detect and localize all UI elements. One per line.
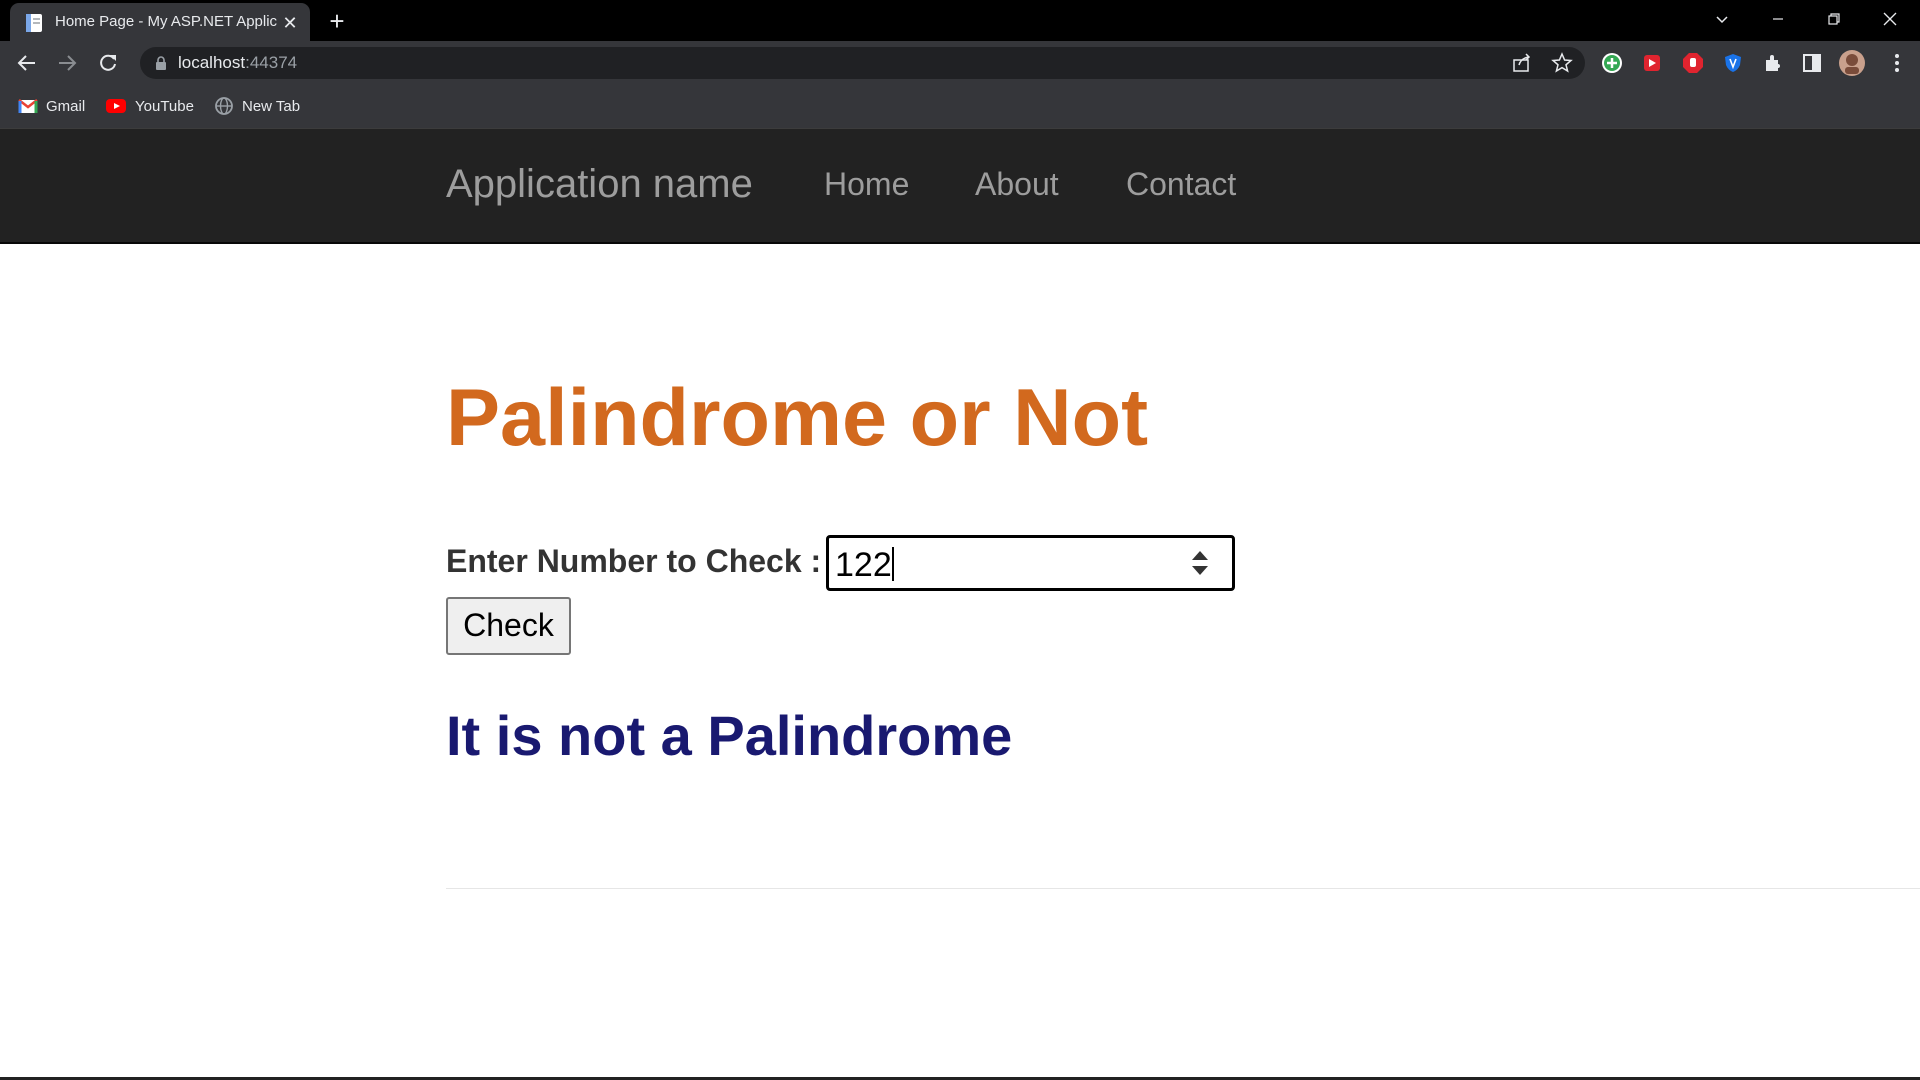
reload-icon[interactable] bbox=[95, 50, 121, 76]
bookmark-label: New Tab bbox=[242, 97, 301, 115]
gmail-icon bbox=[18, 99, 38, 113]
globe-icon bbox=[215, 97, 233, 115]
share-icon[interactable] bbox=[1511, 52, 1533, 74]
check-button[interactable]: Check bbox=[446, 597, 571, 655]
minimize-button[interactable] bbox=[1750, 0, 1806, 38]
shield-extension-icon[interactable] bbox=[1722, 52, 1744, 74]
close-window-button[interactable] bbox=[1862, 0, 1918, 38]
close-tab-icon[interactable]: ✕ bbox=[280, 13, 300, 33]
lock-icon[interactable] bbox=[154, 55, 168, 71]
bookmark-label: Gmail bbox=[46, 97, 86, 115]
nav-link-home[interactable]: Home bbox=[824, 166, 909, 203]
text-caret bbox=[891, 547, 894, 581]
side-panel-icon[interactable] bbox=[1801, 52, 1823, 74]
extensions-puzzle-icon[interactable] bbox=[1762, 52, 1784, 74]
adblock-icon[interactable] bbox=[1682, 52, 1704, 74]
tab-search-button[interactable] bbox=[1694, 0, 1750, 38]
result-message: It is not a Palindrome bbox=[446, 704, 1013, 767]
bookmark-star-icon[interactable] bbox=[1551, 52, 1573, 74]
bookmark-new-tab[interactable]: New Tab bbox=[214, 95, 300, 117]
forward-arrow-icon[interactable] bbox=[54, 50, 80, 76]
content-divider bbox=[446, 888, 1920, 889]
profile-avatar[interactable] bbox=[1839, 50, 1865, 76]
nav-link-contact[interactable]: Contact bbox=[1126, 166, 1236, 203]
bookmarks-bar: Gmail YouTube New Tab bbox=[0, 83, 1920, 129]
site-navbar: Application name Home About Contact bbox=[0, 129, 1920, 244]
minimize-icon bbox=[1773, 18, 1783, 20]
tab-title: Home Page - My ASP.NET Applic bbox=[55, 13, 278, 30]
bookmark-gmail[interactable]: Gmail bbox=[18, 95, 85, 117]
back-arrow-icon[interactable] bbox=[14, 50, 40, 76]
chevron-down-icon bbox=[1716, 16, 1728, 24]
number-spinner-icon[interactable] bbox=[1189, 546, 1211, 580]
page-title: Palindrome or Not bbox=[446, 373, 1149, 463]
close-icon bbox=[1883, 12, 1897, 26]
extension-green-plus-icon[interactable] bbox=[1601, 52, 1623, 74]
youtube-icon bbox=[106, 99, 126, 113]
restore-button[interactable] bbox=[1806, 0, 1862, 38]
browser-tab[interactable]: Home Page - My ASP.NET Applic ✕ bbox=[10, 3, 310, 41]
extension-red-play-icon[interactable] bbox=[1641, 52, 1663, 74]
number-input-label: Enter Number to Check : bbox=[446, 543, 822, 579]
bookmark-youtube[interactable]: YouTube bbox=[105, 95, 194, 117]
bookmark-label: YouTube bbox=[135, 97, 194, 115]
new-tab-button[interactable]: + bbox=[323, 8, 351, 36]
restore-icon bbox=[1828, 13, 1840, 25]
menu-kebab-icon[interactable] bbox=[1886, 52, 1908, 74]
nav-link-about[interactable]: About bbox=[975, 166, 1059, 203]
number-input[interactable]: 122 bbox=[826, 535, 1235, 591]
navbar-brand-link[interactable]: Application name bbox=[446, 162, 753, 207]
url-text: localhost:44374 bbox=[178, 53, 298, 72]
number-input-value: 122 bbox=[835, 546, 894, 584]
browser-toolbar: localhost:44374 bbox=[0, 41, 1920, 83]
page-favicon-icon bbox=[26, 14, 42, 32]
browser-tab-strip: Home Page - My ASP.NET Applic ✕ + bbox=[0, 0, 1920, 41]
address-bar[interactable]: localhost:44374 bbox=[140, 47, 1585, 79]
